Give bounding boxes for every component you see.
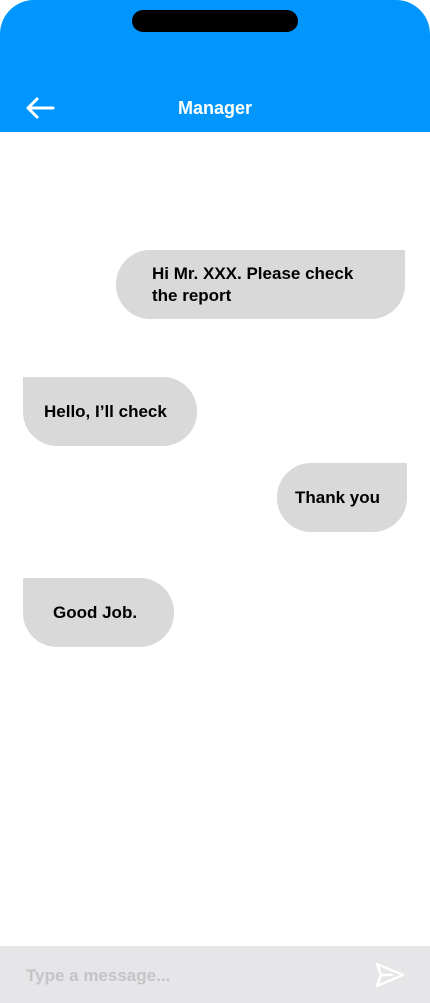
message-composer: [0, 946, 430, 1003]
send-icon: [375, 962, 405, 988]
phone-notch: [132, 10, 298, 32]
chat-screen: Manager Hi Mr. XXX. Please check the rep…: [0, 0, 430, 1003]
chat-title: Manager: [177, 98, 253, 118]
message-bubble-sent: Hi Mr. XXX. Please check the report: [116, 250, 405, 319]
message-input[interactable]: [24, 960, 358, 992]
message-bubble-sent: Thank you: [277, 463, 407, 532]
send-button[interactable]: [372, 958, 408, 992]
chat-header: Manager: [0, 0, 430, 132]
message-bubble-received: Hello, I’ll check: [23, 377, 197, 446]
message-bubble-received: Good Job.: [23, 578, 174, 647]
